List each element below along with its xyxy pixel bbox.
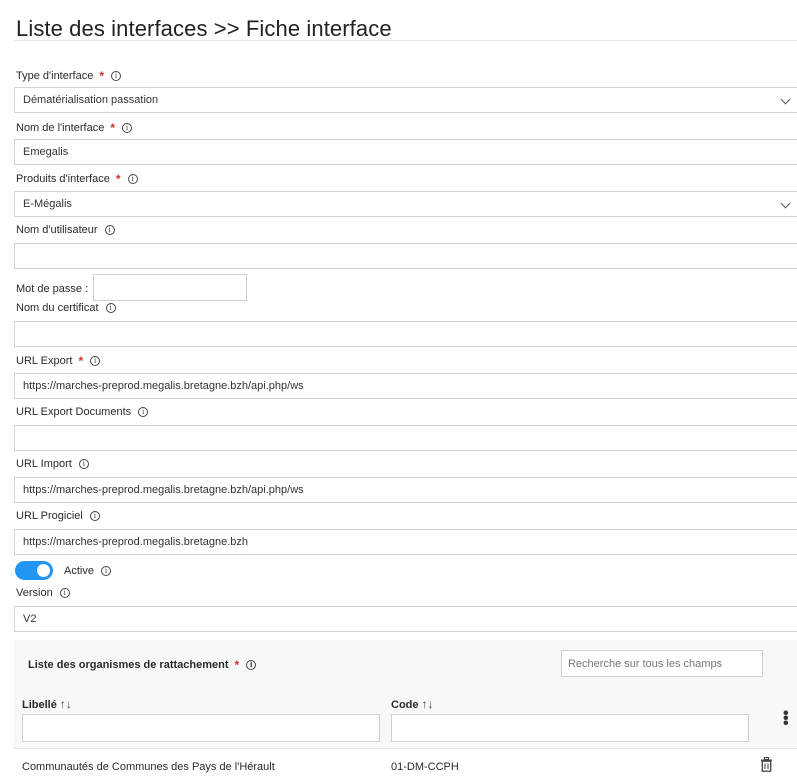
row-code: 01-DM-CCPH xyxy=(391,761,459,773)
required-asterisk: * xyxy=(234,658,240,672)
page-title: Liste des interfaces >> Fiche interface xyxy=(16,16,392,41)
row-libelle: Communautés de Communes des Pays de l'Hé… xyxy=(22,761,275,773)
type-interface-label: Type d'interface * i xyxy=(16,69,121,83)
required-asterisk: * xyxy=(78,354,84,368)
chevron-down-icon xyxy=(780,94,791,105)
kebab-menu-icon[interactable]: • • • xyxy=(783,706,789,732)
organismes-search-input[interactable]: Recherche sur tous les champs xyxy=(561,650,763,677)
nom-interface-label: Nom de l'interface * i xyxy=(16,121,132,135)
sort-icon[interactable]: ↑↓ xyxy=(60,697,72,711)
info-icon[interactable]: i xyxy=(127,174,138,184)
title-divider xyxy=(14,40,797,41)
sort-icon[interactable]: ↑↓ xyxy=(422,697,434,711)
column-header-libelle[interactable]: Libellé ↑↓ xyxy=(22,697,72,711)
nom-certificat-label: Nom du certificat i xyxy=(16,302,116,314)
url-export-label: URL Export * i xyxy=(16,354,101,368)
url-import-label: URL Import i xyxy=(16,458,89,470)
version-label: Version i xyxy=(16,587,70,599)
chevron-down-icon xyxy=(780,198,791,209)
info-icon[interactable]: i xyxy=(100,566,111,576)
info-icon[interactable]: i xyxy=(90,356,101,366)
trash-icon[interactable] xyxy=(760,757,773,772)
filter-code-input[interactable] xyxy=(391,714,749,742)
info-icon[interactable]: i xyxy=(104,225,115,235)
column-header-code[interactable]: Code ↑↓ xyxy=(391,697,434,711)
info-icon[interactable]: i xyxy=(121,123,132,133)
url-export-documents-input[interactable] xyxy=(14,425,797,451)
info-icon[interactable]: i xyxy=(110,71,121,81)
info-icon[interactable]: i xyxy=(89,511,100,521)
active-toggle[interactable] xyxy=(15,561,53,580)
filter-libelle-input[interactable] xyxy=(22,714,380,742)
info-icon[interactable]: i xyxy=(78,459,89,469)
info-icon[interactable]: i xyxy=(105,303,116,313)
mot-de-passe-input[interactable] xyxy=(93,274,247,301)
url-import-input[interactable]: https://marches-preprod.megalis.bretagne… xyxy=(14,477,797,503)
info-icon[interactable]: i xyxy=(246,660,257,670)
required-asterisk: * xyxy=(99,69,104,83)
url-progiciel-input[interactable]: https://marches-preprod.megalis.bretagne… xyxy=(14,529,797,555)
produits-interface-label: Produits d'interface * i xyxy=(16,172,138,186)
info-icon[interactable]: i xyxy=(59,588,70,598)
type-interface-select[interactable]: Dématérialisation passation xyxy=(14,87,797,113)
required-asterisk: * xyxy=(110,121,115,135)
url-export-input[interactable]: https://marches-preprod.megalis.bretagne… xyxy=(14,373,797,399)
produits-interface-select[interactable]: E-Mégalis xyxy=(14,191,797,217)
nom-utilisateur-label: Nom d'utilisateur i xyxy=(16,224,115,236)
nom-utilisateur-input[interactable] xyxy=(14,243,797,269)
mot-de-passe-label: Mot de passe : xyxy=(16,283,89,295)
version-input[interactable]: V2 xyxy=(14,606,797,632)
url-export-documents-label: URL Export Documents i xyxy=(16,406,149,418)
nom-interface-input[interactable]: Emegalis xyxy=(14,139,797,165)
url-progiciel-label: URL Progiciel i xyxy=(16,510,100,522)
organismes-title: Liste des organismes de rattachement * i xyxy=(28,658,257,672)
info-icon[interactable]: i xyxy=(138,407,149,417)
toggle-knob xyxy=(37,564,50,577)
active-label: Active i xyxy=(64,565,111,577)
interface-form-page: Liste des interfaces >> Fiche interface … xyxy=(0,0,797,780)
nom-certificat-input[interactable] xyxy=(14,321,797,347)
required-asterisk: * xyxy=(115,172,121,186)
